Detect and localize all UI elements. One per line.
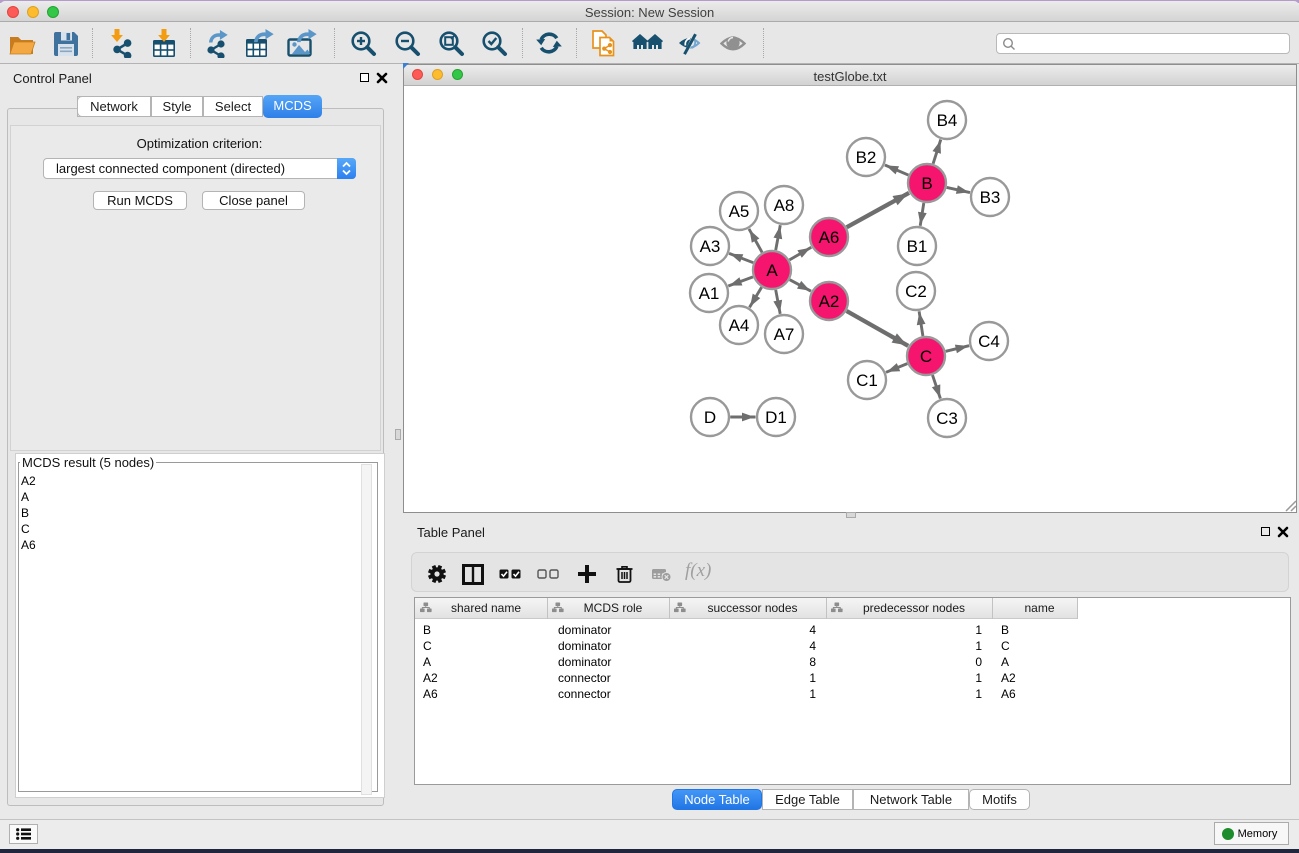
svg-text:B4: B4 xyxy=(937,111,958,130)
svg-text:A7: A7 xyxy=(774,325,795,344)
svg-text:B2: B2 xyxy=(856,148,877,167)
svg-text:C1: C1 xyxy=(856,371,878,390)
svg-text:B3: B3 xyxy=(980,188,1001,207)
svg-text:A8: A8 xyxy=(774,196,795,215)
svg-text:D1: D1 xyxy=(765,408,787,427)
svg-text:B: B xyxy=(921,174,932,193)
svg-text:A4: A4 xyxy=(729,316,750,335)
svg-text:A2: A2 xyxy=(819,292,840,311)
svg-text:C: C xyxy=(920,347,932,366)
svg-text:C4: C4 xyxy=(978,332,1000,351)
svg-text:A6: A6 xyxy=(819,228,840,247)
svg-text:A: A xyxy=(766,261,778,280)
svg-text:D: D xyxy=(704,408,716,427)
svg-text:C3: C3 xyxy=(936,409,958,428)
svg-text:A3: A3 xyxy=(700,237,721,256)
svg-text:B1: B1 xyxy=(907,237,928,256)
svg-text:C2: C2 xyxy=(905,282,927,301)
svg-text:A5: A5 xyxy=(729,202,750,221)
svg-text:A1: A1 xyxy=(699,284,720,303)
